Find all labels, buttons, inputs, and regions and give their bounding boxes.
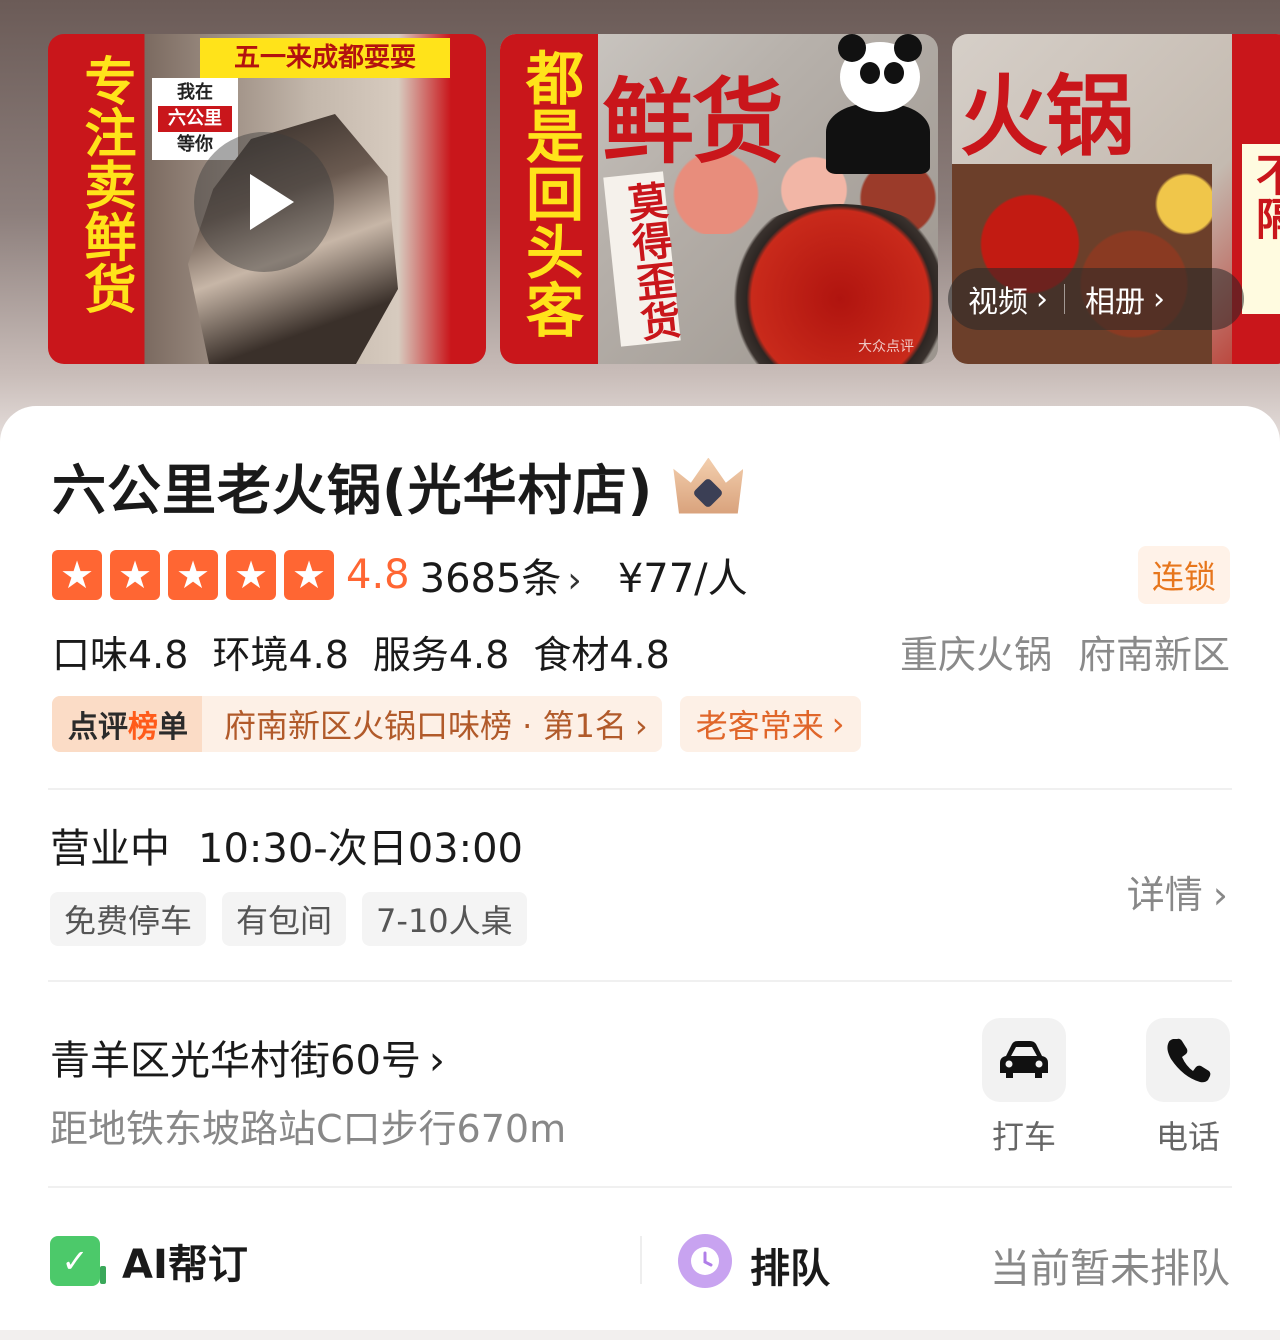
ranking-text: 府南新区火锅口味榜 · 第1名 ›	[202, 701, 662, 747]
poster-red-band	[454, 64, 486, 324]
subscore-taste: 口味4.8	[52, 633, 189, 677]
star-icon: ★	[226, 550, 276, 600]
ranking-logo-text: 点评	[68, 710, 128, 745]
divider	[48, 788, 1232, 790]
queue-button[interactable]: 排队	[750, 1236, 830, 1294]
phone-button[interactable]	[1146, 1018, 1230, 1102]
checkmark-icon[interactable]: ✓	[50, 1236, 106, 1286]
chevron-right-icon: ›	[634, 707, 648, 745]
rating-score: 4.8	[346, 552, 410, 598]
play-icon[interactable]	[194, 132, 334, 272]
opening-hours: 营业中 10:30-次日03:00	[50, 816, 523, 874]
ranking-logo-text: 单	[158, 710, 188, 745]
details-link[interactable]: 详情 ›	[1127, 864, 1228, 919]
media-chips: 视频 › 相册 ›	[948, 268, 1244, 330]
facility-tags: 免费停车 有包间 7-10人桌	[50, 892, 543, 946]
phone-label: 电话	[1155, 1118, 1220, 1156]
chevron-right-icon: ›	[567, 560, 582, 601]
album-chip-label: 相册	[1085, 285, 1145, 320]
ranking-logo-text: 榜	[128, 710, 158, 745]
photo-gallery: 专注卖鲜货 五一来成都耍耍 我在 六公里 等你 都是回头客 鲜货 莫得歪货 大众…	[0, 0, 1280, 400]
star-icon: ★	[284, 550, 334, 600]
subscore-environment: 环境4.8	[212, 633, 349, 677]
loyal-customers-pill[interactable]: 老客常来 ›	[679, 696, 861, 752]
categories: 重庆火锅 府南新区	[874, 624, 1230, 679]
crown-icon	[673, 457, 744, 514]
facility-tag: 有包间	[222, 892, 347, 946]
taxi-label: 打车	[991, 1118, 1056, 1156]
subscore-row: 口味4.8 环境4.8 服务4.8 食材4.8 重庆火锅 府南新区	[52, 624, 1230, 679]
watermark: 大众点评	[858, 339, 914, 355]
gallery-photo-thumb[interactable]: 都是回头客 鲜货 莫得歪货 大众点评	[500, 34, 938, 364]
shop-title: 六公里老火锅(光华村店)	[52, 459, 654, 522]
poster-vertical-text: 都是回头客	[500, 34, 598, 364]
star-rating: ★ ★ ★ ★ ★	[52, 550, 342, 600]
divider	[48, 1186, 1232, 1188]
open-status: 营业中	[50, 826, 170, 872]
price-per-person: ¥77/人	[617, 556, 748, 602]
booking-row: ✓ AI帮订 排队 当前暂未排队	[50, 1228, 1230, 1294]
chevron-right-icon: ›	[1153, 281, 1165, 317]
star-icon: ★	[168, 550, 218, 600]
taxi-button[interactable]	[982, 1018, 1066, 1102]
ranking-pill[interactable]: 点评榜单 府南新区火锅口味榜 · 第1名 ›	[52, 696, 662, 752]
phone-icon	[1167, 1038, 1211, 1083]
chevron-right-icon: ›	[831, 705, 845, 743]
poster-banner: 五一来成都耍耍	[200, 38, 450, 78]
taxi-action[interactable]: 打车	[974, 1018, 1074, 1158]
poster-sign: 不隔	[1242, 144, 1280, 314]
rating-row: ★ ★ ★ ★ ★ 4.8 3685条 › ¥77/人 连锁	[52, 546, 1230, 604]
ai-booking-button[interactable]: AI帮订	[122, 1232, 248, 1290]
panda-mascot-image	[820, 34, 930, 174]
address-link[interactable]: 青羊区光华村街60号 ›	[50, 1028, 445, 1086]
poster-small-sign-line: 六公里	[158, 106, 232, 132]
chevron-right-icon: ›	[1212, 873, 1228, 917]
gallery-video-thumb[interactable]: 专注卖鲜货 五一来成都耍耍 我在 六公里 等你	[48, 34, 486, 364]
food-image	[952, 164, 1212, 364]
facility-tag: 7-10人桌	[362, 892, 527, 946]
facility-tag: 免费停车	[50, 892, 207, 946]
category-area[interactable]: 府南新区	[1078, 624, 1230, 679]
divider	[48, 980, 1232, 982]
loyal-customers-label: 老客常来	[695, 707, 824, 745]
details-label: 详情	[1126, 873, 1203, 917]
star-icon: ★	[110, 550, 160, 600]
address-text: 青羊区光华村街60号	[50, 1038, 421, 1084]
open-time: 10:30-次日03:00	[198, 826, 523, 872]
poster-small-sign-line: 我在	[177, 82, 213, 103]
album-chip[interactable]: 相册 ›	[1065, 268, 1181, 330]
subscore-service: 服务4.8	[372, 633, 510, 677]
car-icon	[1000, 1041, 1048, 1078]
chevron-right-icon: ›	[1036, 281, 1048, 317]
subscore-ingredients: 食材4.8	[533, 633, 670, 677]
shop-info-card: 六公里老火锅(光华村店) ★ ★ ★ ★ ★ 4.8 3685条 › ¥77/人 …	[0, 406, 1280, 1330]
star-icon: ★	[52, 550, 102, 600]
clock-icon[interactable]	[678, 1234, 732, 1288]
chain-badge[interactable]: 连锁	[1137, 546, 1230, 604]
poster-vertical-text: 专注卖鲜货	[75, 54, 136, 314]
rank-row: 点评榜单 府南新区火锅口味榜 · 第1名 › 老客常来 ›	[52, 696, 861, 752]
vertical-divider	[640, 1236, 642, 1284]
poster-big-text: 鲜货	[602, 68, 784, 176]
chevron-right-icon: ›	[428, 1038, 445, 1084]
ranking-label: 府南新区火锅口味榜 · 第1名	[224, 707, 627, 745]
clock-glyph	[691, 1247, 719, 1275]
review-count-link[interactable]: 3685条 ›	[420, 546, 582, 604]
queue-status: 当前暂未排队	[990, 1246, 1230, 1292]
video-chip[interactable]: 视频 ›	[948, 268, 1064, 330]
ranking-logo: 点评榜单	[52, 696, 202, 752]
review-count: 3685条	[419, 556, 562, 602]
title-row: 六公里老火锅(光华村店)	[52, 446, 744, 525]
category-cuisine[interactable]: 重庆火锅	[900, 624, 1052, 679]
metro-distance: 距地铁东坡路站C口步行670m	[50, 1107, 567, 1151]
video-chip-label: 视频	[968, 285, 1028, 320]
poster-big-text: 火锅	[960, 64, 1134, 168]
phone-action[interactable]: 电话	[1138, 1018, 1238, 1158]
